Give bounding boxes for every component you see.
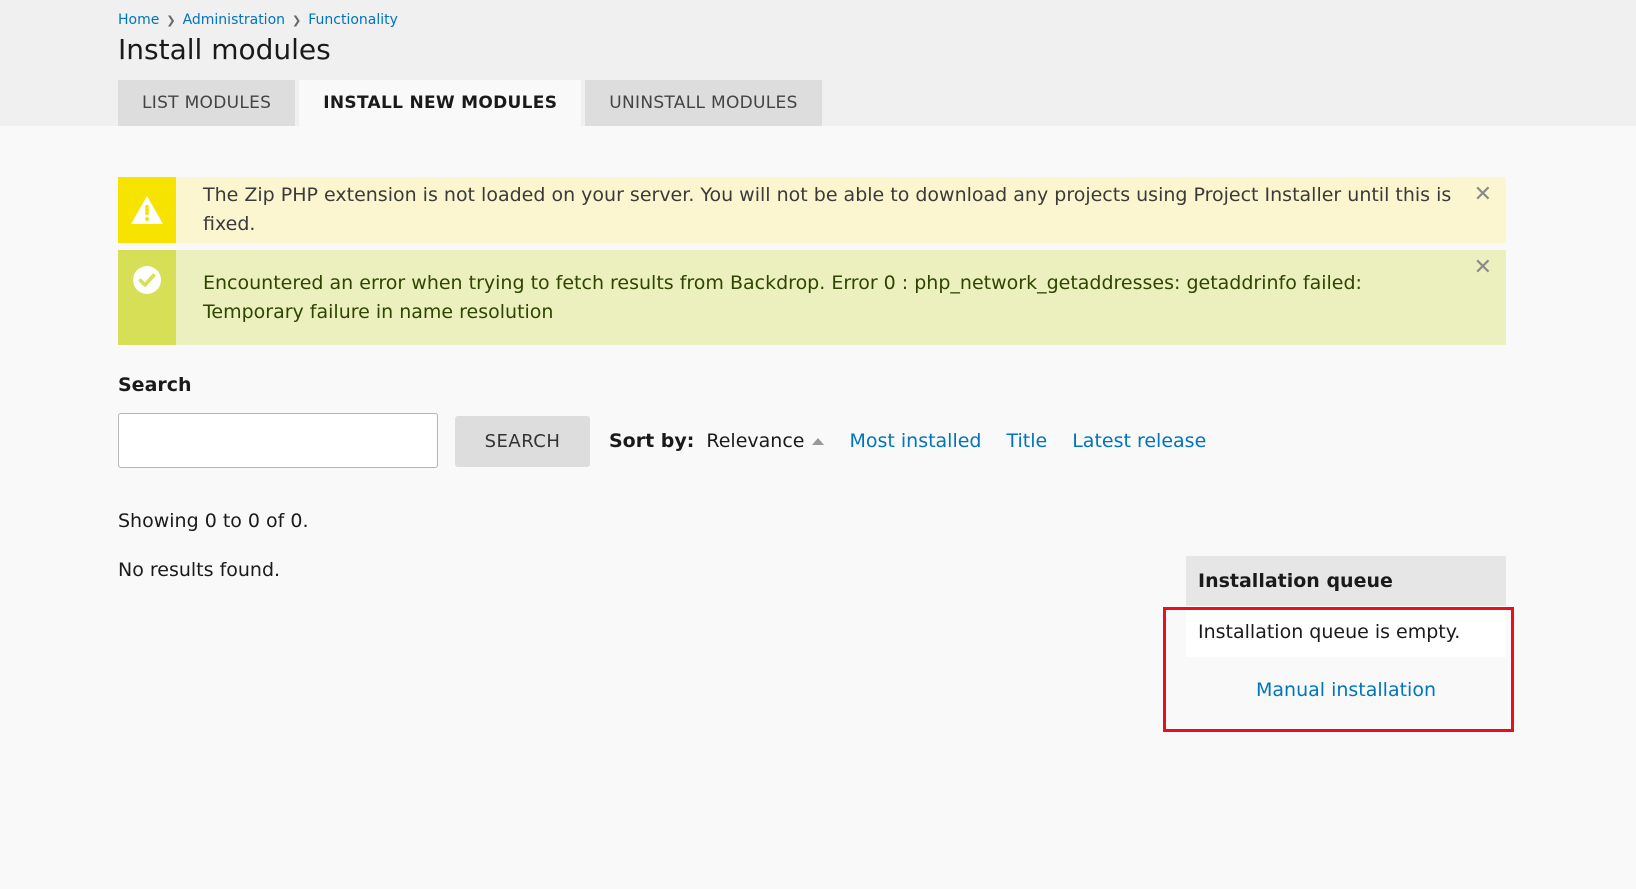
- check-circle-icon: [133, 266, 161, 294]
- sort-most-installed-link[interactable]: Most installed: [849, 430, 981, 452]
- status-icon-box: [118, 250, 176, 345]
- sort-title-link[interactable]: Title: [1007, 430, 1048, 452]
- search-input[interactable]: [118, 413, 438, 468]
- tab-uninstall-modules[interactable]: UNINSTALL MODULES: [585, 80, 822, 126]
- warning-icon-box: [118, 177, 176, 243]
- close-icon[interactable]: ✕: [1474, 184, 1492, 206]
- tab-list-modules[interactable]: LIST MODULES: [118, 80, 296, 126]
- status-text: Encountered an error when trying to fetc…: [203, 272, 1362, 323]
- page-title: Install modules: [118, 33, 331, 66]
- breadcrumb-home[interactable]: Home: [118, 12, 159, 28]
- sort-label: Sort by:: [609, 430, 695, 452]
- breadcrumb: Home ❯ Administration ❯ Functionality: [118, 12, 398, 28]
- warning-text: The Zip PHP extension is not loaded on y…: [203, 184, 1452, 235]
- tab-install-new-modules[interactable]: INSTALL NEW MODULES: [299, 80, 582, 126]
- sort-bar: Sort by: Relevance Most installed Title …: [609, 430, 1206, 452]
- sort-latest-release-link[interactable]: Latest release: [1072, 430, 1206, 452]
- status-message: Encountered an error when trying to fetc…: [118, 250, 1506, 345]
- breadcrumb-separator-icon: ❯: [292, 13, 302, 27]
- queue-title: Installation queue: [1186, 556, 1506, 606]
- warning-message: The Zip PHP extension is not loaded on y…: [118, 177, 1506, 243]
- sort-current[interactable]: Relevance: [706, 430, 825, 452]
- search-button[interactable]: SEARCH: [455, 416, 590, 467]
- breadcrumb-separator-icon: ❯: [166, 13, 176, 27]
- sort-current-label: Relevance: [706, 430, 805, 452]
- no-results-text: No results found.: [118, 559, 281, 581]
- queue-empty-text: Installation queue is empty.: [1186, 606, 1506, 657]
- sort-ascending-icon: [812, 437, 825, 445]
- installation-queue: Installation queue Installation queue is…: [1186, 556, 1506, 701]
- queue-manual-wrapper: Manual installation: [1186, 679, 1506, 701]
- search-label: Search: [118, 374, 192, 396]
- breadcrumb-functionality[interactable]: Functionality: [308, 12, 398, 28]
- results-count: Showing 0 to 0 of 0.: [118, 510, 309, 532]
- warning-triangle-icon: [131, 196, 163, 224]
- tabs: LIST MODULES INSTALL NEW MODULES UNINSTA…: [118, 80, 826, 126]
- breadcrumb-administration[interactable]: Administration: [183, 12, 285, 28]
- manual-installation-link[interactable]: Manual installation: [1256, 679, 1436, 701]
- page-header: Home ❯ Administration ❯ Functionality In…: [0, 0, 1636, 126]
- close-icon[interactable]: ✕: [1474, 257, 1492, 279]
